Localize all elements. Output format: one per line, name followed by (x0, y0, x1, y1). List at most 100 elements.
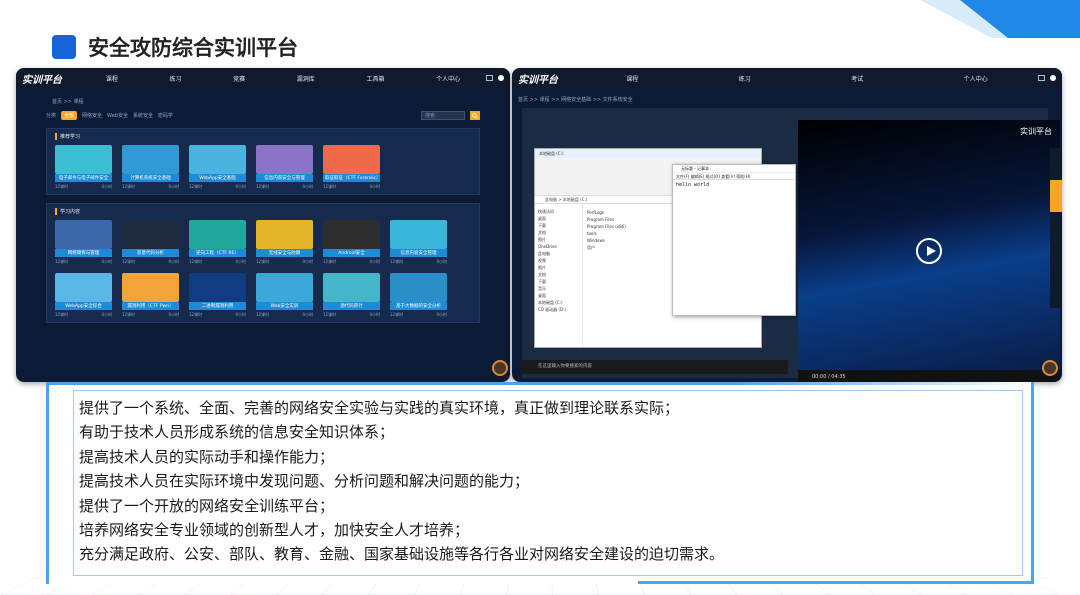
windows-taskbar[interactable]: 在这里输入你要搜索的内容 (522, 360, 788, 374)
left-nav-item[interactable]: 课程 (106, 74, 118, 83)
user-icon[interactable] (1050, 75, 1056, 81)
left-nav-item[interactable]: 个人中心 (436, 74, 460, 83)
right-nav-item[interactable]: 练习 (739, 74, 751, 83)
message-icon[interactable] (486, 75, 493, 81)
filter-chip[interactable]: 密码学 (158, 112, 173, 119)
course-card[interactable]: 二进制漏洞利用 12课时 0小时 (189, 273, 246, 318)
course-meta: 12课时 0小时 (189, 184, 246, 190)
side-toolbar (1050, 148, 1062, 308)
course-card[interactable]: 源代码审计 12课时 0小时 (323, 273, 380, 318)
course-card[interactable]: 电子邮件与电子邮件安全 12课时 0小时 (55, 145, 112, 190)
taskbar-search[interactable]: 在这里输入你要搜索的内容 (538, 364, 592, 369)
floating-action-button[interactable] (492, 360, 508, 376)
course-hours: 12课时 (122, 259, 135, 265)
explorer-sidebar-item[interactable]: 下载 (538, 278, 579, 285)
course-card[interactable]: 逆向工程（CTF RE） 12课时 0小时 (189, 220, 246, 265)
video-controls[interactable]: 00:00 / 04:35 (798, 370, 1060, 382)
right-topbar: 实训平台 课程 练习 考试 个人中心 (512, 68, 1062, 88)
explorer-sidebar-item[interactable]: 快速访问 (538, 208, 579, 215)
filter-chip[interactable]: 网络安全 (82, 112, 102, 119)
course-card[interactable]: 计算机系统安全基础 12课时 0小时 (122, 145, 179, 190)
course-card[interactable]: WebApp安全基础 12课时 0小时 (189, 145, 246, 190)
title-marker (52, 35, 76, 59)
explorer-sidebar-item[interactable]: 图片 (538, 264, 579, 271)
course-hours: 12课时 (55, 312, 68, 318)
explorer-sidebar-item[interactable]: 此电脑 (538, 250, 579, 257)
course-card[interactable]: 网络嗅探与管理 12课时 0小时 (55, 220, 112, 265)
course-card[interactable]: Web安全实训 12课时 0小时 (256, 273, 313, 318)
left-search-input[interactable]: 搜索 (421, 111, 465, 120)
notepad-text[interactable]: hello world (673, 180, 795, 190)
filter-chip[interactable]: Web安全 (107, 112, 128, 119)
course-card[interactable]: 信息内容安全与管理 12课时 0小时 (256, 145, 313, 190)
filter-chip-active[interactable]: 全部 (61, 111, 77, 120)
course-card[interactable]: 漏洞利用（CTF Pwn） 12课时 0小时 (122, 273, 179, 318)
explorer-file-item[interactable]: PerfLogs (587, 209, 626, 216)
course-card[interactable]: 取证取证（CTF Forensic） 12课时 0小时 (323, 145, 380, 190)
course-meta: 12课时 0小时 (323, 259, 380, 265)
notepad-menu[interactable]: 文件(F) 编辑(E) 格式(O) 查看(V) 帮助(H) (673, 173, 795, 180)
explorer-file-item[interactable]: Program Files (x86) (587, 223, 626, 230)
course-card[interactable]: 无线安全与防御 12课时 0小时 (256, 220, 313, 265)
course-thumbnail (256, 273, 313, 302)
left-nav-item[interactable]: 漏洞库 (297, 74, 315, 83)
video-player[interactable]: 实训平台 (798, 120, 1060, 370)
explorer-sidebar-item[interactable]: CD 驱动器 (D:) (538, 306, 579, 313)
course-card[interactable]: WebApp安全综合 12课时 0小时 (55, 273, 112, 318)
explorer-sidebar-item[interactable]: OneDrive (538, 243, 579, 250)
course-hours: 12课时 (256, 184, 269, 190)
course-thumbnail (256, 220, 313, 249)
course-card[interactable]: 信息内容安全管理 12课时 0小时 (390, 220, 447, 265)
explorer-sidebar-item[interactable]: 本地磁盘 (C:) (538, 299, 579, 306)
feature-list: 提供了一个系统、全面、完善的网络安全实验与实践的真实环境，真正做到理论联系实际；… (79, 396, 724, 567)
explorer-sidebar-item[interactable]: 图片 (538, 236, 579, 243)
course-thumbnail (122, 273, 179, 302)
play-icon[interactable] (916, 238, 942, 264)
right-nav-item[interactable]: 考试 (851, 74, 863, 83)
explorer-sidebar-item[interactable]: 桌面 (538, 215, 579, 222)
course-card[interactable]: 基于大数据的安全分析 12课时 0小时 (390, 273, 447, 318)
search-button[interactable] (470, 111, 480, 120)
course-meta: 12课时 0小时 (323, 312, 380, 318)
course-thumbnail (189, 273, 246, 302)
filter-chip[interactable]: 系统安全 (133, 112, 153, 119)
course-duration: 0小时 (168, 184, 179, 190)
right-nav-item[interactable]: 课程 (626, 74, 638, 83)
remote-desktop[interactable]: 本地磁盘 (C:) 此电脑 > 本地磁盘 (C:) 快速访问 桌面 下载 文档 图片 On… (522, 108, 1048, 378)
course-meta: 12课时 0小时 (122, 259, 179, 265)
course-duration: 0小时 (235, 259, 246, 265)
floating-action-button[interactable] (1042, 360, 1058, 376)
feature-item: 提供了一个系统、全面、完善的网络安全实验与实践的真实环境，真正做到理论联系实际； (79, 396, 724, 420)
explorer-sidebar-item[interactable]: 文档 (538, 271, 579, 278)
course-card[interactable]: Android安全 12课时 0小时 (323, 220, 380, 265)
course-duration: 0小时 (436, 259, 447, 265)
course-duration: 0小时 (101, 259, 112, 265)
side-tool-active[interactable] (1050, 180, 1062, 212)
explorer-file-item[interactable]: Windows (587, 237, 626, 244)
course-duration: 0小时 (369, 312, 380, 318)
explorer-file-item[interactable]: 用户 (587, 244, 626, 251)
notepad-window[interactable]: 无标题 - 记事本 文件(F) 编辑(E) 格式(O) 查看(V) 帮助(H) … (672, 164, 796, 316)
card-row: 网络嗅探与管理 12课时 0小时 恶意代码分析 12课时 0小时 逆向工程（CTF RE） 1… (55, 220, 471, 265)
left-nav-item[interactable]: 竞赛 (233, 74, 245, 83)
page-title: 安全攻防综合实训平台 (88, 32, 298, 62)
feature-item: 提高技术人员的实际动手和操作能力； (79, 445, 724, 469)
notepad-title: 无标题 - 记事本 (673, 165, 795, 173)
explorer-sidebar-item[interactable]: 音乐 (538, 285, 579, 292)
explorer-sidebar-item[interactable]: 视频 (538, 257, 579, 264)
message-icon[interactable] (1038, 75, 1045, 81)
course-duration: 0小时 (302, 184, 313, 190)
course-card[interactable]: 恶意代码分析 12课时 0小时 (122, 220, 179, 265)
course-duration: 0小时 (235, 184, 246, 190)
explorer-file-item[interactable]: tools (587, 230, 626, 237)
explorer-sidebar-item[interactable]: 桌面 (538, 292, 579, 299)
explorer-file-item[interactable]: Program Files (587, 216, 626, 223)
user-icon[interactable] (498, 75, 504, 81)
right-nav-item[interactable]: 个人中心 (964, 74, 988, 83)
left-breadcrumb: 首页 >> 课程 (16, 88, 510, 105)
explorer-sidebar-item[interactable]: 下载 (538, 222, 579, 229)
course-hours: 12课时 (323, 312, 336, 318)
explorer-sidebar-item[interactable]: 文档 (538, 229, 579, 236)
left-nav-item[interactable]: 工具箱 (366, 74, 384, 83)
left-nav-item[interactable]: 练习 (169, 74, 181, 83)
